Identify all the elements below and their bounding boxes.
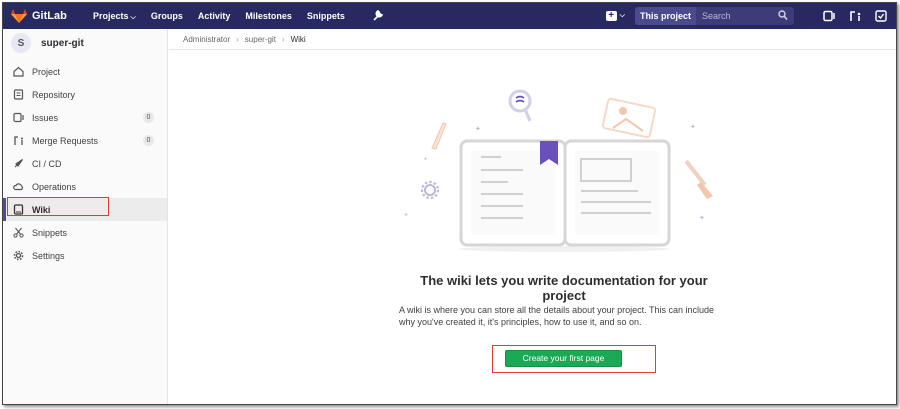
breadcrumb-project[interactable]: super-git (245, 35, 276, 44)
issues-nav-icon[interactable] (822, 9, 836, 23)
project-name: super-git (41, 37, 84, 49)
new-dropdown-button[interactable]: + ⌵ (605, 11, 625, 21)
breadcrumb: Administrator › super-git › Wiki (183, 33, 306, 45)
search-input[interactable] (702, 11, 778, 21)
search-box[interactable] (696, 7, 794, 25)
sidebar-item-label: Merge Requests (32, 135, 99, 146)
doc-icon (13, 89, 24, 100)
sidebar-item-label: Operations (32, 181, 77, 192)
sidebar-item-label: Project (32, 66, 61, 77)
project-header[interactable]: S super-git (3, 30, 167, 56)
sidebar-item-ci-cd[interactable]: CI / CD (3, 152, 167, 175)
sidebar-item-label: CI / CD (32, 158, 62, 169)
cloud-gear-icon (13, 181, 24, 192)
empty-state-description: A wiki is where you can store all the de… (399, 305, 714, 327)
sidebar-item-wiki[interactable]: Wiki (3, 198, 167, 221)
home-icon (13, 66, 24, 77)
admin-wrench-icon[interactable] (372, 9, 384, 23)
sidebar-item-repository[interactable]: Repository (3, 83, 167, 106)
breadcrumb-administrator[interactable]: Administrator (183, 35, 230, 44)
svg-text:✦: ✦ (475, 125, 481, 133)
create-first-page-button[interactable]: Create your first page (505, 350, 622, 367)
nav-groups[interactable]: Groups (151, 11, 183, 21)
sidebar-item-snippets[interactable]: Snippets (3, 221, 167, 244)
sidebar-item-issues[interactable]: Issues 0 (3, 106, 167, 129)
nav-milestones[interactable]: Milestones (245, 11, 292, 21)
svg-text:✦: ✦ (403, 211, 409, 219)
wiki-empty-illustration: ✦ ✦ ✦ ✦ ✦ (403, 89, 713, 252)
tanuki-logo-icon (11, 9, 27, 23)
sidebar-item-label: Snippets (32, 227, 68, 238)
todos-nav-icon[interactable] (874, 9, 888, 23)
merge-request-nav-icon[interactable] (848, 9, 862, 23)
breadcrumb-current[interactable]: Wiki (291, 35, 306, 44)
svg-text:✦: ✦ (423, 156, 428, 163)
search-scope-label[interactable]: This project (634, 7, 696, 25)
gear-icon (13, 250, 24, 261)
issues-icon (13, 112, 24, 123)
chevron-down-icon: ⌵ (130, 13, 136, 21)
issues-count-badge: 0 (143, 112, 154, 123)
sidebar-item-label: Wiki (32, 204, 51, 215)
nav-projects-label: Projects (93, 10, 129, 21)
project-sidebar: S super-git Project Repository Issues 0 (3, 29, 168, 404)
sidebar-item-label: Issues (32, 112, 59, 123)
svg-text:✦: ✦ (699, 214, 705, 222)
nav-projects[interactable]: Projects ⌵ (93, 11, 136, 22)
sidebar-item-settings[interactable]: Settings (3, 244, 167, 267)
sidebar-item-project[interactable]: Project (3, 60, 167, 83)
sidebar-item-label: Repository (32, 89, 76, 100)
svg-text:✦: ✦ (690, 123, 696, 131)
merge-request-icon (13, 135, 24, 146)
breadcrumb-divider (169, 49, 896, 50)
rocket-icon (13, 158, 24, 169)
gitlab-logo[interactable]: GitLab (11, 9, 93, 23)
empty-state-title: The wiki lets you write documentation fo… (420, 273, 708, 303)
chevron-right-icon: › (281, 34, 285, 44)
project-avatar: S (11, 33, 31, 53)
top-navbar: GitLab Projects ⌵ Groups Activity Milesto… (3, 3, 896, 29)
sidebar-item-operations[interactable]: Operations (3, 175, 167, 198)
scissors-icon (13, 227, 24, 238)
chevron-right-icon: › (236, 34, 239, 44)
brand-name: GitLab (32, 10, 67, 22)
browser-frame: GitLab Projects ⌵ Groups Activity Milesto… (2, 2, 897, 405)
nav-activity[interactable]: Activity (198, 11, 231, 21)
sidebar-item-label: Settings (32, 250, 65, 261)
plus-icon: + (605, 11, 617, 21)
nav-snippets[interactable]: Snippets (307, 11, 345, 21)
merge-requests-count-badge: 0 (143, 135, 154, 146)
navbar-right: + ⌵ This project (605, 3, 888, 29)
search-icon (778, 10, 788, 21)
chevron-down-icon: ⌵ (619, 12, 625, 19)
sidebar-item-merge-requests[interactable]: Merge Requests 0 (3, 129, 167, 152)
book-icon (13, 204, 24, 215)
